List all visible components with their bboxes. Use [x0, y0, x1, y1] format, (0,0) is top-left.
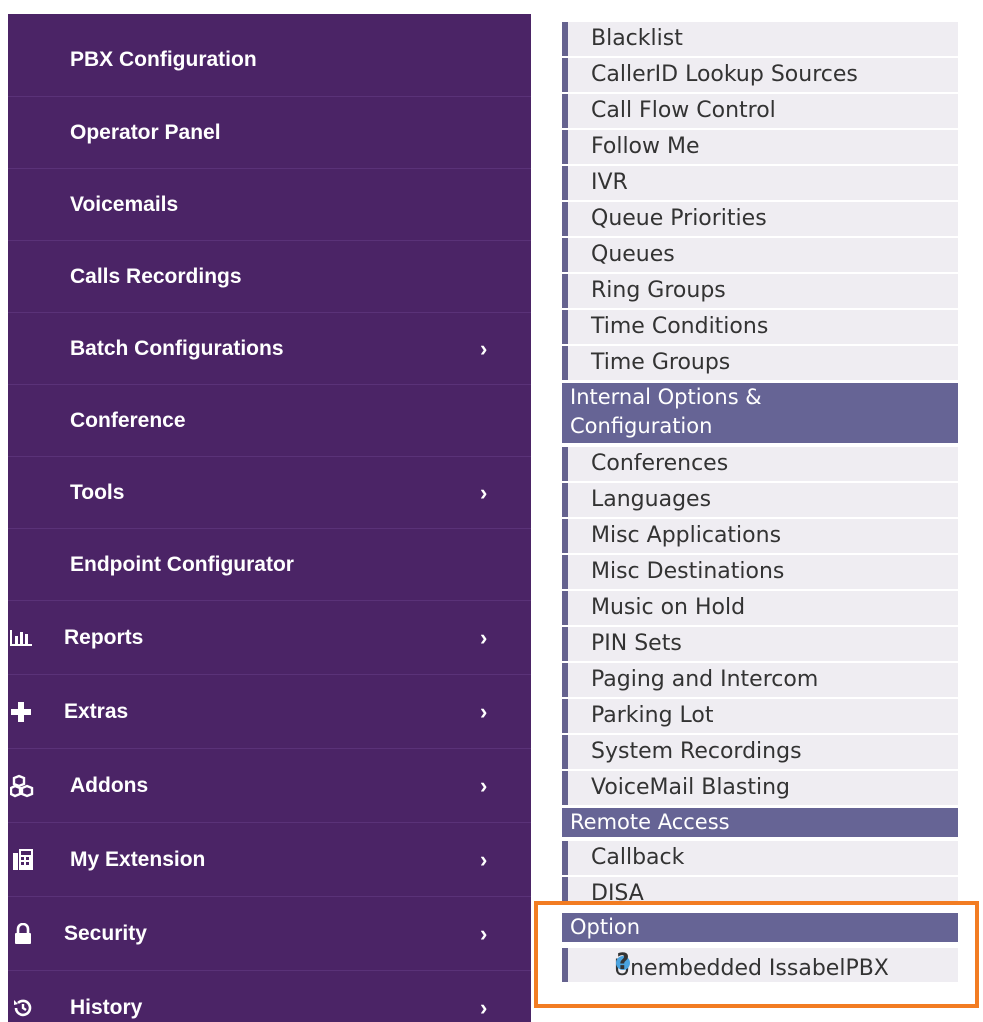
sidebar-item-pbx-configuration[interactable]: PBX Configuration [8, 24, 531, 96]
menu-item-label: Time Conditions [591, 314, 769, 339]
menu-item-label: Ring Groups [591, 278, 726, 303]
sidebar-item-voicemails[interactable]: Voicemails [8, 168, 531, 240]
menu-item-ivr[interactable]: IVR [562, 166, 958, 200]
menu-item-music-on-hold[interactable]: Music on Hold [562, 591, 958, 625]
chevron-right-icon: › [480, 846, 488, 872]
menu-item-misc-applications[interactable]: Misc Applications [562, 519, 958, 553]
menu-item-label: Queue Priorities [591, 206, 767, 231]
menu-item-callback[interactable]: Callback [562, 841, 958, 875]
menu-item-label: IVR [591, 170, 628, 195]
sidebar-item-operator-panel[interactable]: Operator Panel [8, 96, 531, 168]
chevron-right-icon: › [480, 698, 488, 724]
section-header-internal-options: Internal Options & Configuration [562, 383, 958, 443]
sidebar-item-label: Batch Configurations [70, 336, 284, 360]
sidebar-item-label: Security [64, 921, 147, 945]
chevron-right-icon: › [480, 624, 488, 650]
menu-item-time-groups[interactable]: Time Groups [562, 346, 958, 380]
chevron-right-icon: › [480, 920, 488, 946]
menu-item-label: Blacklist [591, 26, 683, 51]
menu-item-label: Queues [591, 242, 675, 267]
menu-item-queue-priorities[interactable]: Queue Priorities [562, 202, 958, 236]
menu-item-pin-sets[interactable]: PIN Sets [562, 627, 958, 661]
chevron-right-icon: › [480, 994, 488, 1020]
menu-item-time-conditions[interactable]: Time Conditions [562, 310, 958, 344]
sidebar-item-reports[interactable]: Reports › [8, 600, 531, 674]
section-header-line: Configuration [570, 414, 713, 438]
menu-item-label: Music on Hold [591, 595, 746, 620]
sidebar-item-label: Endpoint Configurator [70, 552, 294, 576]
sidebar-item-label: PBX Configuration [70, 48, 257, 71]
menu-item-follow-me[interactable]: Follow Me [562, 130, 958, 164]
menu-item-queues[interactable]: Queues [562, 238, 958, 272]
menu-item-blacklist[interactable]: Blacklist [562, 22, 958, 56]
lock-icon [10, 921, 36, 947]
menu-item-callerid-lookup-sources[interactable]: CallerID Lookup Sources [562, 58, 958, 92]
menu-item-label: DISA [591, 881, 644, 903]
menu-item-parking-lot[interactable]: Parking Lot [562, 699, 958, 733]
sidebar-item-label: Voicemails [70, 192, 179, 216]
sidebar-item-label: Addons [70, 773, 149, 797]
sidebar-item-label: Operator Panel [70, 120, 221, 144]
menu-item-label: VoiceMail Blasting [591, 775, 791, 800]
section-header-label: Remote Access [570, 810, 730, 834]
sidebar-item-label: Conference [70, 408, 186, 432]
menu-item-label: Misc Applications [591, 523, 782, 548]
menu-item-label: Callback [591, 845, 685, 870]
menu-item-languages[interactable]: Languages [562, 483, 958, 517]
menu-item-label: Misc Destinations [591, 559, 785, 584]
sidebar-item-batch-configurations[interactable]: Batch Configurations › [8, 312, 531, 384]
plus-icon [8, 699, 34, 725]
menu-item-label: Parking Lot [591, 703, 714, 728]
chevron-right-icon: › [480, 479, 488, 505]
sidebar-item-label: Calls Recordings [70, 264, 242, 288]
menu-item-label: Follow Me [591, 134, 700, 159]
cubes-icon [10, 773, 36, 799]
menu-item-misc-destinations[interactable]: Misc Destinations [562, 555, 958, 589]
sidebar-item-my-extension[interactable]: My Extension › [8, 822, 531, 896]
menu-item-label: PIN Sets [591, 631, 682, 656]
sidebar-item-history[interactable]: History › [8, 970, 531, 1022]
menu-item-paging-and-intercom[interactable]: Paging and Intercom [562, 663, 958, 697]
sidebar-item-extras[interactable]: Extras › [8, 674, 531, 748]
sidebar-item-security[interactable]: Security › [8, 896, 531, 970]
sidebar-item-tools[interactable]: Tools › [8, 456, 531, 528]
sidebar-item-endpoint-configurator[interactable]: Endpoint Configurator [8, 528, 531, 600]
sidebar-item-label: Extras [64, 699, 129, 723]
sidebar-item-label: Tools [70, 480, 125, 504]
sidebar-item-conference[interactable]: Conference [8, 384, 531, 456]
sidebar-item-label: Reports [64, 625, 144, 649]
section-header-remote-access: Remote Access [562, 808, 958, 837]
sidebar: PBX Configuration Operator Panel Voicema… [8, 14, 531, 1022]
menu-item-label: Languages [591, 487, 712, 512]
menu-item-voicemail-blasting[interactable]: VoiceMail Blasting [562, 771, 958, 805]
menu-item-conferences[interactable]: Conferences [562, 447, 958, 481]
sidebar-item-calls-recordings[interactable]: Calls Recordings [8, 240, 531, 312]
menu-item-call-flow-control[interactable]: Call Flow Control [562, 94, 958, 128]
menu-item-label: System Recordings [591, 739, 802, 764]
section-header-line: Internal Options & [570, 385, 762, 409]
sidebar-item-label: My Extension [70, 847, 206, 871]
sidebar-item-addons[interactable]: Addons › [8, 748, 531, 822]
menu-item-label: CallerID Lookup Sources [591, 62, 858, 87]
menu-item-label: Paging and Intercom [591, 667, 819, 692]
fax-icon [10, 847, 36, 873]
highlight-box [534, 901, 979, 1008]
menu-item-ring-groups[interactable]: Ring Groups [562, 274, 958, 308]
sidebar-item-label: History [70, 995, 143, 1019]
bar-chart-icon [8, 625, 34, 651]
menu-item-label: Time Groups [591, 350, 731, 375]
menu-item-system-recordings[interactable]: System Recordings [562, 735, 958, 769]
menu-item-label: Call Flow Control [591, 98, 776, 123]
menu-item-disa[interactable]: DISA [562, 877, 958, 903]
chevron-right-icon: › [480, 335, 488, 361]
chevron-right-icon: › [480, 772, 488, 798]
history-icon [10, 995, 36, 1021]
menu-item-label: Conferences [591, 451, 729, 476]
